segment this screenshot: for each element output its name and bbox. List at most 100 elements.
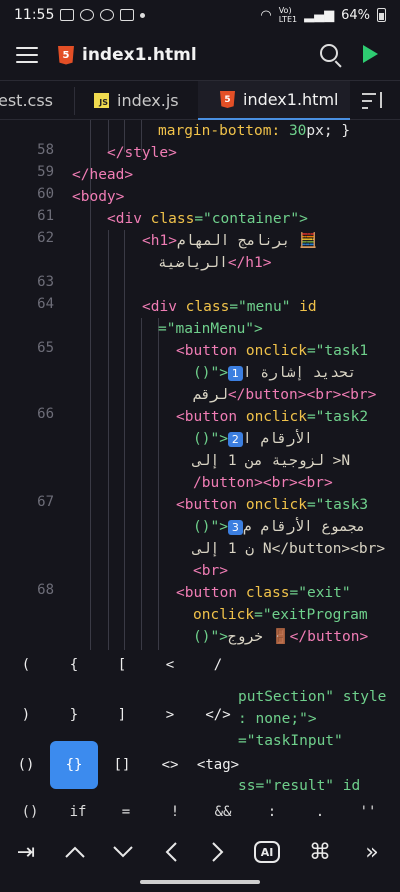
key-close-brace[interactable]: } xyxy=(50,695,98,735)
code-token: /button><br><br> xyxy=(193,475,333,491)
code-token: الرياضية xyxy=(158,255,228,271)
snippet-not[interactable]: ! xyxy=(155,798,195,826)
line-number: 65 xyxy=(37,340,54,356)
key-angles-pair[interactable]: <> xyxy=(146,745,194,785)
sort-icon[interactable] xyxy=(362,92,384,110)
key-row: ) } ] > </> xyxy=(0,695,400,735)
editor-toolbar: ⇥ AI ⌘ » xyxy=(0,830,400,872)
line-number: 58 xyxy=(37,142,54,158)
ai-button[interactable]: AI xyxy=(254,841,280,863)
key-brackets-pair[interactable]: [] xyxy=(98,745,146,785)
key-close-paren[interactable]: ) xyxy=(2,695,50,735)
line-number: 60 xyxy=(37,186,54,202)
code-token: </head> xyxy=(72,167,134,183)
tab-index-js[interactable]: JS index.js xyxy=(74,81,198,120)
code-line: <button onclick="task3 xyxy=(176,494,368,516)
key-close-tag[interactable]: </> xyxy=(194,695,242,735)
key-open-bracket[interactable]: [ xyxy=(98,645,146,685)
code-token: class xyxy=(245,585,290,601)
code-token: 🚪 خروج xyxy=(227,629,290,645)
code-editor[interactable]: 58 59 60 61 62 63 64 65 66 67 68 margin-… xyxy=(0,120,400,650)
arrow-left-icon[interactable] xyxy=(153,834,189,870)
key-row: ( { [ < / xyxy=(0,645,400,685)
line-number: 64 xyxy=(37,296,54,312)
code-token: </h1> xyxy=(227,255,272,271)
code-line: لرقم</button><br><br> xyxy=(193,384,376,406)
indent-guide xyxy=(158,318,159,650)
code-token: </button> xyxy=(289,629,369,645)
code-token: <button xyxy=(176,585,246,601)
code-line: ()"> 2 الأرقام ا xyxy=(193,428,322,450)
code-token: ()"> xyxy=(193,431,228,447)
code-token: <div xyxy=(107,211,151,227)
messenger-icon xyxy=(80,9,95,21)
key-slash[interactable]: / xyxy=(194,645,242,685)
indent-guide xyxy=(124,230,125,650)
arrow-right-icon[interactable] xyxy=(200,834,236,870)
search-icon[interactable] xyxy=(320,44,338,62)
tab-est-css[interactable]: est.css xyxy=(0,81,74,120)
line-number: 61 xyxy=(37,208,54,224)
code-token: ="mainMenu"> xyxy=(158,321,263,337)
app-bar: 5 index1.html xyxy=(0,30,400,80)
code-line: onclick="exitProgram xyxy=(193,604,368,626)
code-line: ن 1 إلى N</button><br> xyxy=(193,538,385,560)
battery-icon xyxy=(377,8,386,22)
javascript-icon: JS xyxy=(94,93,109,108)
code-line: الرياضية</h1> xyxy=(158,252,272,274)
code-token: </ xyxy=(107,145,125,161)
code-line: <div class="container"> xyxy=(107,208,308,230)
snippet-if[interactable]: if xyxy=(58,798,98,826)
code-token: مجموع الأرقام م xyxy=(242,519,374,535)
code-token: ()"> xyxy=(193,519,228,535)
code-token: ()"> xyxy=(193,365,228,381)
code-token: 30 xyxy=(288,123,307,139)
key-less-than[interactable]: < xyxy=(146,645,194,685)
line-number: 63 xyxy=(37,274,54,290)
line-number: 62 xyxy=(37,230,54,246)
run-icon[interactable] xyxy=(363,45,378,63)
whatsapp-icon xyxy=(100,9,115,21)
snippet-parens[interactable]: () xyxy=(10,798,50,826)
tab-index1-html[interactable]: 5 index1.html xyxy=(198,81,350,120)
code-line: <div class="menu" id xyxy=(142,296,317,318)
arrow-down-icon[interactable] xyxy=(105,834,141,870)
key-open-brace[interactable]: { xyxy=(50,645,98,685)
menu-icon[interactable] xyxy=(16,47,38,64)
home-indicator[interactable] xyxy=(140,880,260,884)
snippet-dot[interactable]: . xyxy=(300,798,340,826)
key-close-bracket[interactable]: ] xyxy=(98,695,146,735)
code-token: ="container"> xyxy=(194,211,308,227)
snippet-colon[interactable]: : xyxy=(252,798,292,826)
symbol-panel: putSection" style : none;"> ="taskInput"… xyxy=(0,645,400,800)
snippet-and[interactable]: && xyxy=(203,798,243,826)
code-token: لرقم xyxy=(193,387,228,403)
key-parens-pair[interactable]: () xyxy=(2,745,50,785)
code-token: margin-bottom: xyxy=(158,123,289,139)
line-number: 59 xyxy=(37,164,54,180)
code-token: class xyxy=(150,211,195,227)
snippet-quotes[interactable]: '' xyxy=(348,798,388,826)
key-greater-than[interactable]: > xyxy=(146,695,194,735)
notification-dot-icon xyxy=(140,12,146,18)
double-chevron-right-icon[interactable]: » xyxy=(354,834,390,870)
code-line: margin-bottom: 30px; } xyxy=(158,120,350,142)
code-token: onclick xyxy=(245,343,307,359)
tab-key-icon[interactable]: ⇥ xyxy=(8,834,44,870)
code-token: px; } xyxy=(306,123,351,139)
key-braces-pair[interactable]: {} xyxy=(50,741,98,789)
command-icon[interactable]: ⌘ xyxy=(302,834,338,870)
code-token: <br> xyxy=(193,563,228,579)
file-title: index1.html xyxy=(82,45,197,65)
signal-icon: ▂▄▆ xyxy=(304,7,335,23)
code-token: onclick xyxy=(193,607,255,623)
key-tag[interactable]: <tag> xyxy=(194,745,242,785)
code-token: ="exit" xyxy=(289,585,351,601)
code-token: <body> xyxy=(72,189,125,205)
arrow-up-icon[interactable] xyxy=(57,834,93,870)
snippet-equals[interactable]: = xyxy=(106,798,146,826)
indent-guide xyxy=(108,230,109,650)
code-token: ()"> xyxy=(193,629,228,645)
key-open-paren[interactable]: ( xyxy=(2,645,50,685)
line-number: 67 xyxy=(37,494,54,510)
